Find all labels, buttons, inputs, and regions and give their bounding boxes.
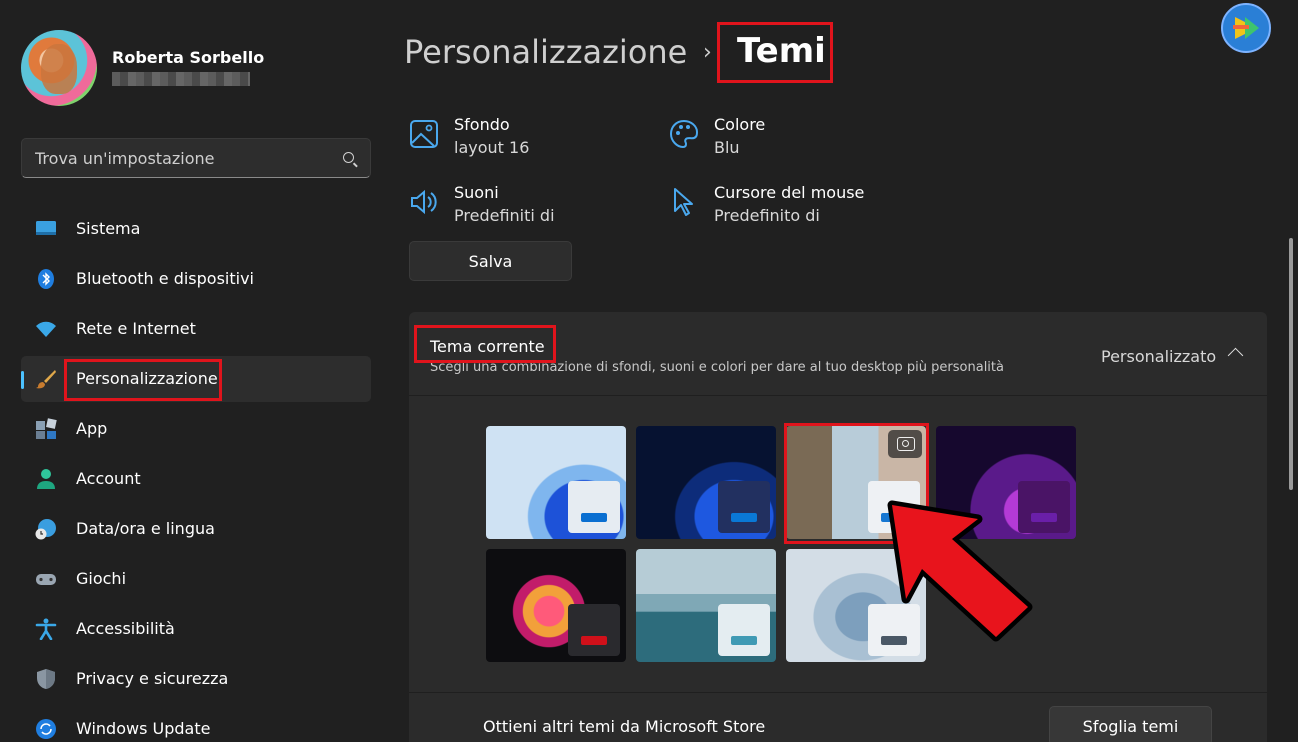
sidebar-item-rete[interactable]: Rete e Internet [21,306,371,352]
sidebar-item-label: Privacy e sicurezza [76,669,229,688]
chevron-up-icon[interactable] [1227,347,1244,364]
sidebar-item-privacy[interactable]: Privacy e sicurezza [21,656,371,702]
background-title: Sfondo [454,115,510,134]
breadcrumb-separator: › [703,40,712,65]
sounds-title: Suoni [454,183,499,202]
sidebar-item-label: Windows Update [76,719,211,738]
sidebar-item-account[interactable]: Account [21,456,371,502]
current-theme-title: Tema corrente [430,337,545,356]
sounds-value: Predefiniti di [454,206,555,225]
browse-themes-button[interactable]: Sfoglia temi [1049,706,1212,742]
sidebar-item-label: Personalizzazione [76,369,218,388]
logo-icon [1221,3,1271,53]
sidebar-item-bluetooth[interactable]: Bluetooth e dispositivi [21,256,371,302]
current-theme-value: Personalizzato [1101,347,1217,366]
theme-windows-dark[interactable] [636,426,776,539]
update-icon [35,718,57,740]
sidebar-item-label: Giochi [76,569,127,588]
sidebar-item-label: Account [76,469,141,488]
theme-swatch [718,481,770,533]
cursor-value: Predefinito di [714,206,820,225]
palette-icon [669,119,699,149]
speaker-icon [409,187,439,217]
globe-clock-icon [35,518,57,540]
background-value: layout 16 [454,138,530,157]
theme-accent-bar [731,636,757,645]
paintbrush-icon [35,368,57,390]
sidebar-item-app[interactable]: App [21,406,371,452]
cursor-title: Cursore del mouse [714,183,865,202]
user-email-redacted [112,72,250,86]
sidebar-item-data-ora[interactable]: Data/ora e lingua [21,506,371,552]
sidebar-item-label: Bluetooth e dispositivi [76,269,254,288]
sidebar-item-label: App [76,419,108,438]
color-title: Colore [714,115,766,134]
gamepad-icon [35,568,57,590]
camera-icon[interactable] [888,430,922,458]
theme-accent-bar [731,513,757,522]
sidebar-item-label: Rete e Internet [76,319,196,338]
color-value: Blu [714,138,740,157]
theme-accent-bar [581,636,607,645]
current-theme-panel: Tema corrente Scegli una combinazione di… [409,312,1267,742]
user-name: Roberta Sorbello [112,48,265,67]
store-row: Ottieni altri temi da Microsoft Store Sf… [409,692,1267,742]
sidebar-item-windows-update[interactable]: Windows Update [21,706,371,742]
store-label: Ottieni altri temi da Microsoft Store [483,717,766,736]
sidebar-item-accessibilita[interactable]: Accessibilità [21,606,371,652]
search-box[interactable] [21,138,371,178]
active-indicator [21,371,24,389]
sidebar-item-label: Data/ora e lingua [76,519,215,538]
sidebar-item-giochi[interactable]: Giochi [21,556,371,602]
avatar[interactable] [21,30,97,106]
annotation-arrow-icon [880,495,1040,649]
theme-sunrise[interactable] [636,549,776,662]
theme-swatch [568,481,620,533]
sidebar-item-label: Sistema [76,219,141,238]
search-input[interactable] [22,139,370,177]
save-button[interactable]: Salva [409,241,572,281]
bluetooth-icon [35,268,57,290]
theme-swatch [718,604,770,656]
sidebar-item-label: Accessibilità [76,619,175,638]
theme-windows-light[interactable] [486,426,626,539]
theme-swatch [568,604,620,656]
theme-accent-bar [581,513,607,522]
sidebar-item-personalizzazione[interactable]: Personalizzazione [21,356,371,402]
apps-icon [35,418,57,440]
accessibility-icon [35,618,57,641]
image-icon [409,119,439,149]
scrollbar[interactable] [1289,238,1293,490]
theme-captured-motion[interactable] [486,549,626,662]
search-icon[interactable] [343,152,354,163]
current-theme-header[interactable]: Tema corrente Scegli una combinazione di… [409,312,1267,396]
monitor-icon [35,218,57,240]
cursor-icon [669,187,699,217]
sidebar-item-sistema[interactable]: Sistema [21,206,371,252]
person-icon [35,468,57,490]
page-title: Temi [737,31,826,71]
wifi-icon [35,318,57,340]
breadcrumb-parent[interactable]: Personalizzazione [404,33,687,71]
shield-icon [35,668,57,690]
current-theme-description: Scegli una combinazione di sfondi, suoni… [430,360,1004,375]
sidebar: Roberta Sorbello Sistema Bluetooth e dis… [0,0,392,742]
